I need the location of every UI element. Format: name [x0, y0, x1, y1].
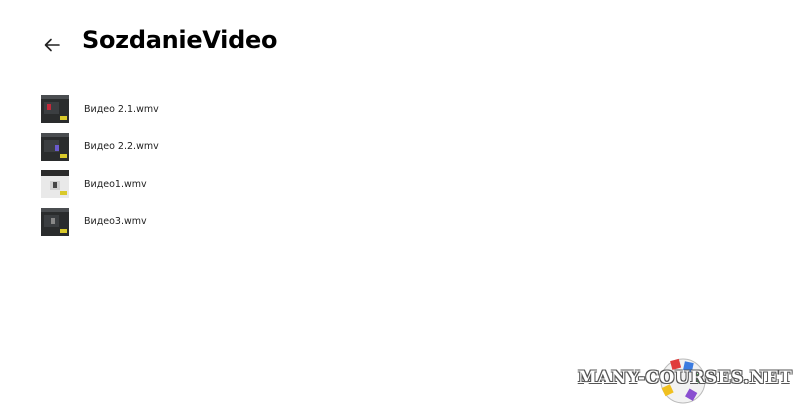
video-thumbnail: [41, 95, 69, 123]
file-name: Видео1.wmv: [84, 178, 147, 190]
back-button[interactable]: [38, 33, 66, 57]
list-item[interactable]: Видео3.wmv: [41, 207, 159, 236]
video-thumbnail: [41, 207, 69, 236]
arrow-left-icon: [44, 38, 60, 52]
list-item[interactable]: Видео 2.2.wmv: [41, 132, 159, 161]
list-item[interactable]: Видео 2.1.wmv: [41, 95, 159, 123]
page-title: SozdanieVideo: [82, 26, 278, 54]
file-name: Видео3.wmv: [84, 216, 147, 227]
file-list: Видео 2.1.wmv Видео 2.2.wmv Видео1.wmv В…: [41, 95, 159, 245]
file-name: Видео 2.2.wmv: [84, 141, 159, 152]
file-name: Видео 2.1.wmv: [84, 103, 159, 115]
video-thumbnail: [41, 132, 69, 161]
watermark: MANY-COURSES.NET: [578, 356, 793, 406]
list-item[interactable]: Видео1.wmv: [41, 170, 159, 198]
watermark-text: MANY-COURSES.NET: [578, 368, 793, 388]
video-thumbnail: [41, 170, 69, 198]
